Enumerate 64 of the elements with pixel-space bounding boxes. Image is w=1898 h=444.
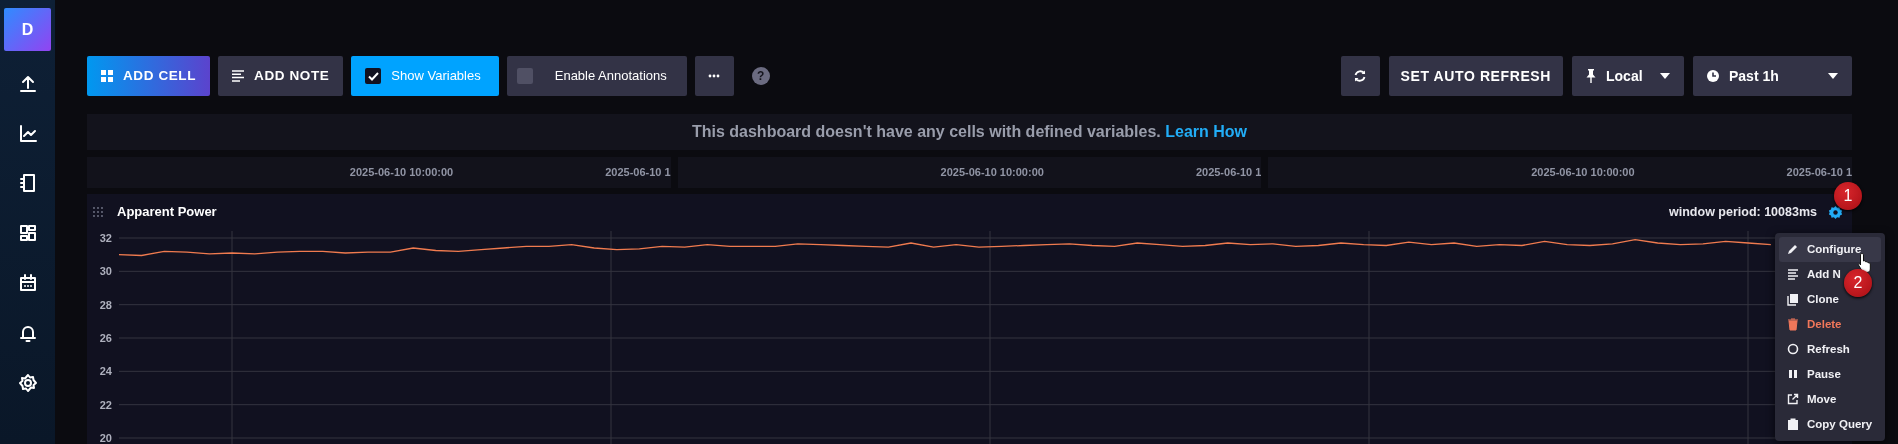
y-tick-label: 22	[99, 398, 112, 411]
add-note-button[interactable]: ADD NOTE	[218, 56, 344, 96]
check-icon	[367, 71, 379, 81]
line-chart-icon[interactable]	[17, 123, 38, 143]
axis-label: 2025-06-10 10:00:00	[349, 165, 454, 181]
pause-icon	[1787, 368, 1799, 381]
clock-icon	[1707, 70, 1719, 82]
enable-annotations-toggle[interactable]: Enable Annotations	[506, 56, 687, 96]
caret-icon	[1828, 73, 1838, 79]
menu-item[interactable]: Add N	[1779, 262, 1841, 287]
help-icon[interactable]: ?	[751, 67, 770, 85]
external-link-icon	[1787, 393, 1799, 406]
y-tick-label: 28	[99, 298, 112, 311]
logo[interactable]: D	[4, 8, 51, 51]
checkbox[interactable]	[516, 68, 533, 84]
cell-title: Apparent Power	[117, 203, 217, 222]
time-range-dropdown[interactable]: Past 1h	[1693, 56, 1852, 96]
more-button[interactable]	[694, 56, 734, 96]
axis-label: 2025-06-10 1	[1195, 165, 1262, 181]
checkbox[interactable]	[365, 68, 382, 84]
menu-item[interactable]: Refresh	[1779, 337, 1850, 362]
step-marker: 1	[1834, 182, 1862, 210]
axis-label: 2025-06-10 1	[1786, 165, 1852, 181]
axis-label: 2025-06-10 10:00:00	[940, 165, 1044, 181]
y-tick-label: 30	[99, 265, 112, 278]
timezone-dropdown[interactable]: Local	[1572, 56, 1684, 96]
trash-icon	[1787, 318, 1799, 331]
settings-icon[interactable]	[1829, 205, 1842, 219]
clipboard-icon	[1787, 418, 1799, 431]
grid-icon	[101, 70, 113, 82]
axis-label: 2025-06-10 10:00:00	[1531, 165, 1635, 181]
axis-label: 2025-06-10 1	[605, 165, 671, 181]
circle-icon	[1787, 343, 1799, 356]
menu-item[interactable]: Configure	[1779, 237, 1881, 262]
caret-icon	[1660, 73, 1670, 79]
add-cell-button[interactable]: ADD CELL	[87, 56, 211, 96]
bell-icon[interactable]	[17, 323, 38, 343]
y-tick-label: 24	[99, 365, 112, 378]
dashboard-icon[interactable]	[17, 223, 38, 243]
note-lines-icon	[232, 70, 245, 82]
banner-message: This dashboard doesn't have any cells with defined variables. Learn How	[691, 122, 1248, 142]
menu-item[interactable]: Delete	[1779, 312, 1842, 337]
refresh-icon	[1353, 69, 1368, 83]
pencil-icon	[1787, 243, 1799, 256]
y-tick-label: 20	[99, 432, 112, 444]
auto-refresh-button[interactable]: SET AUTO REFRESH	[1388, 56, 1563, 96]
calendar-icon[interactable]	[17, 273, 38, 293]
refresh-button[interactable]	[1340, 56, 1380, 96]
copy-icon	[1787, 293, 1799, 306]
y-tick-label: 26	[99, 332, 112, 344]
menu-item[interactable]: Copy Query	[1779, 412, 1873, 437]
menu-item[interactable]: Clone	[1779, 287, 1839, 312]
learn-how-link[interactable]: Learn How	[1165, 123, 1248, 140]
pin-icon	[1586, 69, 1596, 83]
note-lines-icon	[1787, 268, 1799, 281]
menu-item[interactable]: Move	[1779, 387, 1837, 412]
settings-icon[interactable]	[17, 373, 38, 393]
upload-icon[interactable]	[17, 73, 38, 93]
more-icon	[708, 74, 721, 78]
menu-item[interactable]: Pause	[1779, 362, 1841, 387]
notebook-icon[interactable]	[17, 173, 38, 193]
drag-handle-icon[interactable]	[93, 207, 103, 217]
window-period-label: window period: 10083ms	[1669, 203, 1817, 221]
y-tick-label: 32	[99, 232, 112, 244]
